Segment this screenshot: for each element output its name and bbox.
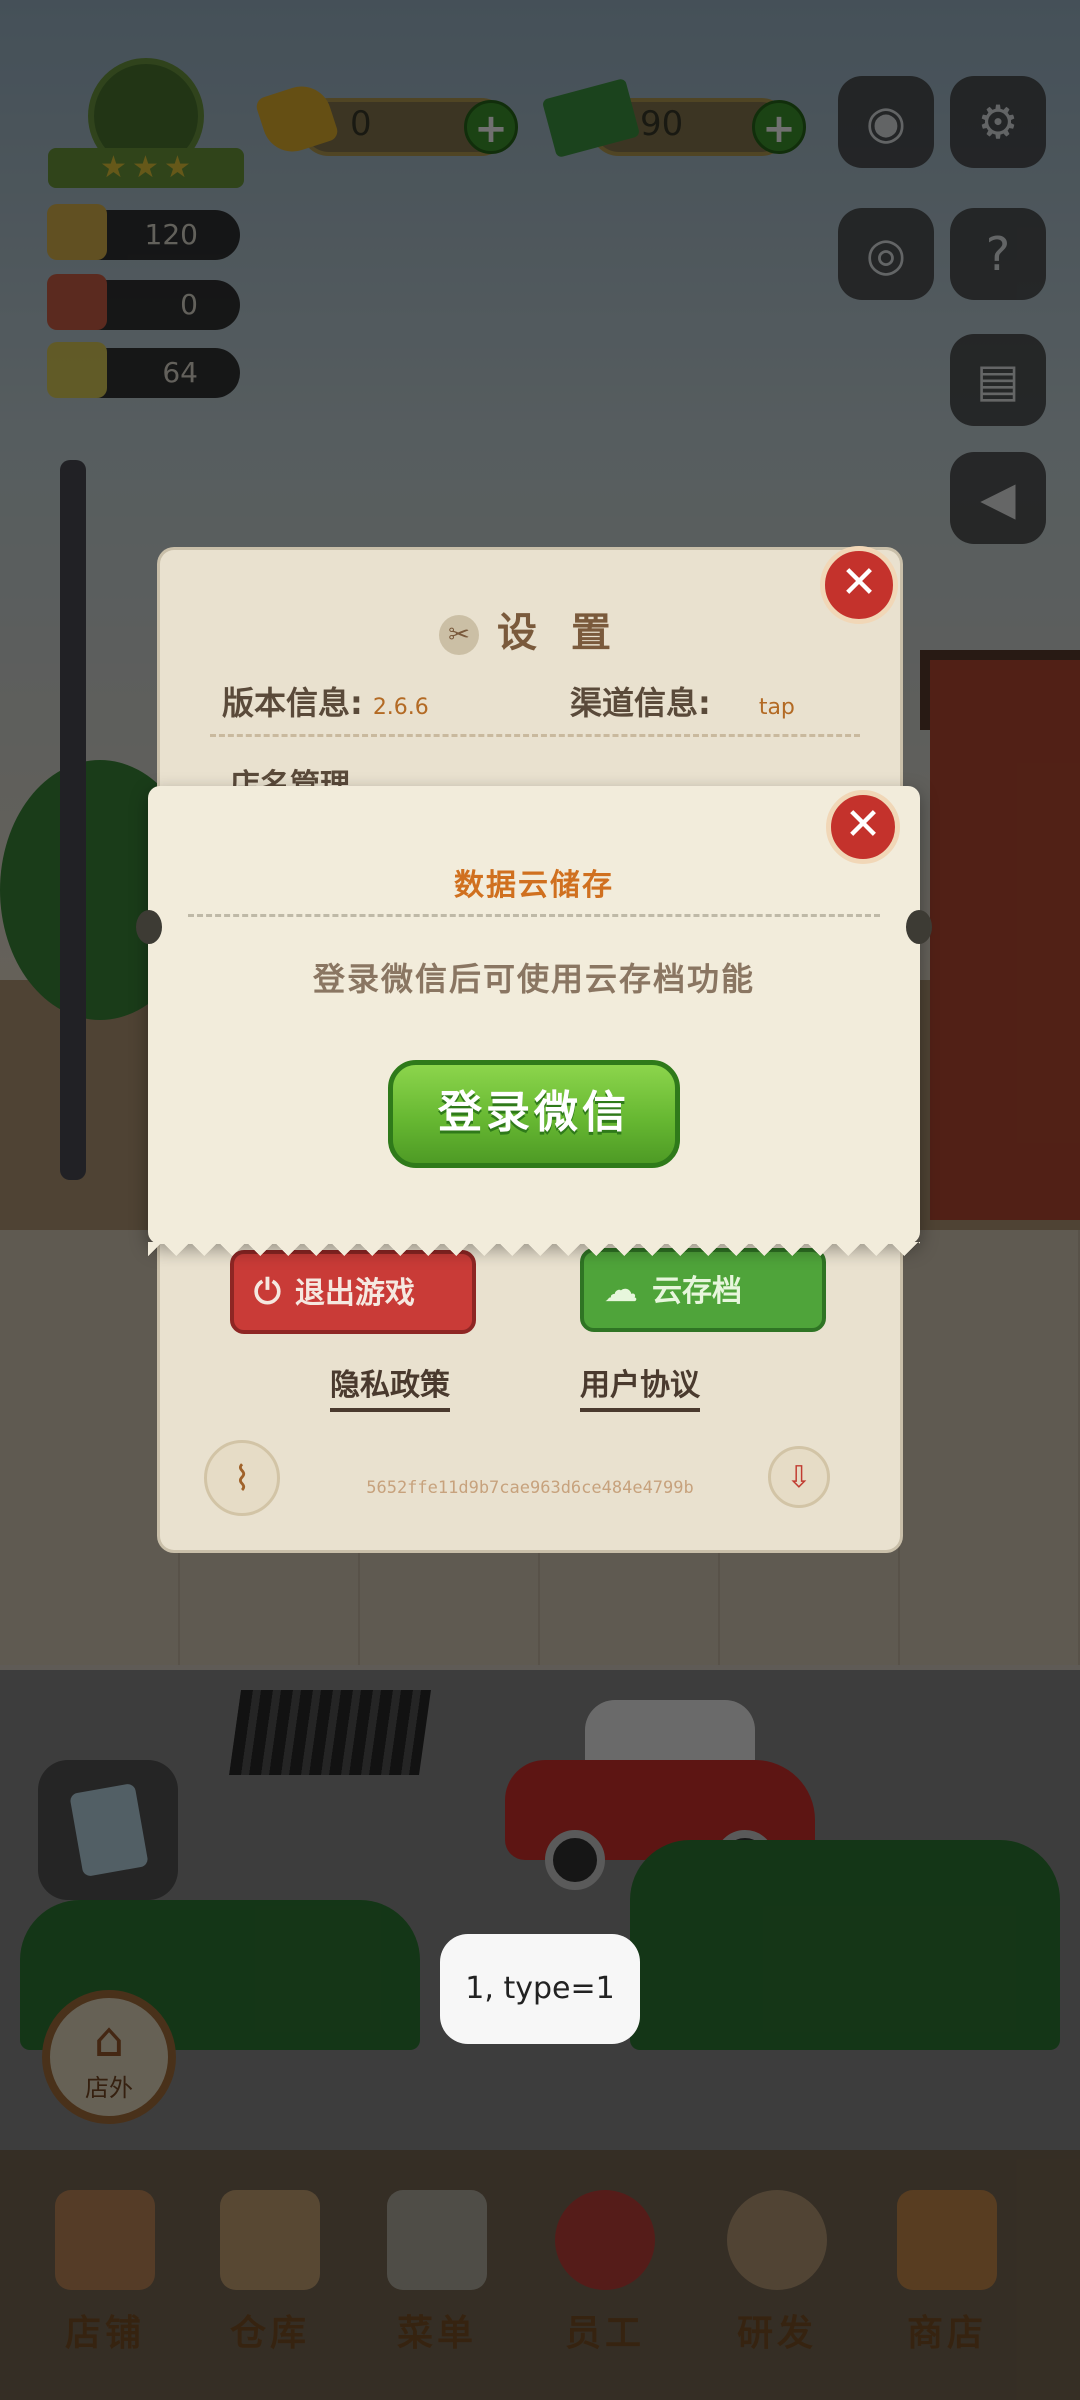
version-label: 版本信息: (222, 684, 363, 722)
toast-message: 1, type=1 (440, 1934, 640, 2044)
power-icon: ⏻ (254, 1272, 281, 1312)
ticket-notch (906, 910, 932, 944)
dialog-close-button[interactable]: ✕ (826, 790, 900, 864)
version-value: 2.6.6 (372, 695, 429, 720)
settings-title: ✂ 设 置 (160, 600, 900, 658)
settings-close-button[interactable]: ✕ (820, 546, 898, 624)
version-info: 版本信息: 2.6.6 (222, 678, 429, 724)
user-agreement-link[interactable]: 用户协议 (580, 1360, 700, 1412)
exit-game-button[interactable]: ⏻ 退出游戏 (230, 1250, 476, 1334)
dialog-message: 登录微信后可使用云存档功能 (312, 960, 755, 998)
dialog-divider (188, 914, 880, 917)
wechat-login-button[interactable]: 登录微信 (388, 1060, 680, 1168)
ticket-torn-edge (148, 1242, 920, 1258)
privacy-policy-link[interactable]: 隐私政策 (330, 1360, 450, 1412)
channel-info: 渠道信息: tap (570, 678, 795, 724)
exit-game-label: 退出游戏 (294, 1276, 415, 1311)
cloud-upload-icon: ☁ (604, 1270, 638, 1310)
tools-icon: ✂ (439, 615, 480, 655)
channel-value: tap (758, 695, 795, 720)
cloud-save-label: 云存档 (652, 1274, 742, 1309)
ticket-notch (136, 910, 162, 944)
settings-divider (210, 734, 860, 737)
download-button[interactable]: ⇩ (768, 1446, 830, 1508)
dialog-title: 数据云储存 (454, 868, 614, 903)
cloud-storage-dialog: 数据云储存 登录微信后可使用云存档功能 登录微信 (136, 786, 932, 1258)
cloud-save-button[interactable]: ☁ 云存档 (580, 1248, 826, 1332)
channel-label: 渠道信息: (570, 684, 711, 722)
settings-title-text: 设 置 (497, 610, 621, 656)
download-icon: ⇩ (786, 1460, 812, 1495)
